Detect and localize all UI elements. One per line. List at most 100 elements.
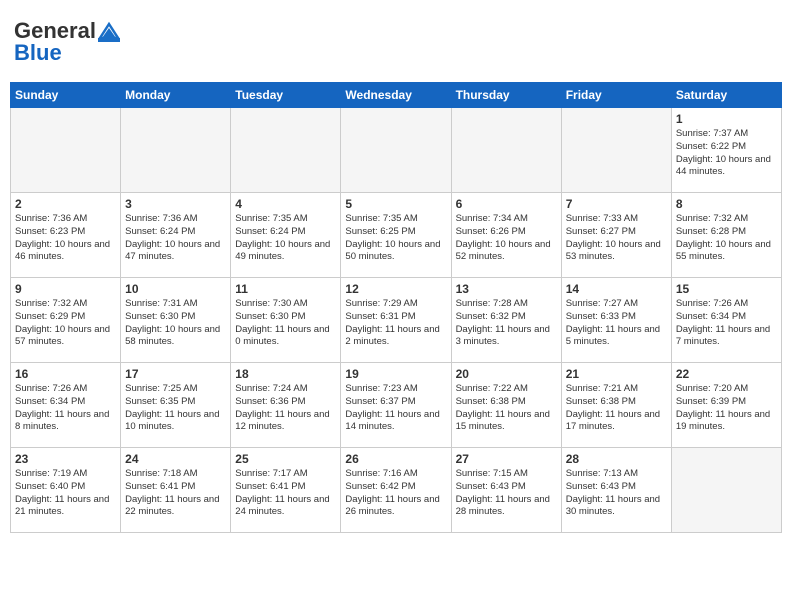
day-number: 2 — [15, 197, 116, 211]
weekday-header: Friday — [561, 83, 671, 108]
day-cell: 19 Sunrise: 7:23 AM Sunset: 6:37 PM Dayli… — [341, 363, 451, 448]
day-info: Sunrise: 7:18 AM Sunset: 6:41 PM Dayligh… — [125, 468, 226, 519]
day-cell — [11, 108, 121, 193]
day-cell — [231, 108, 341, 193]
day-number: 14 — [566, 282, 667, 296]
day-info: Sunrise: 7:28 AM Sunset: 6:32 PM Dayligh… — [456, 298, 557, 349]
day-cell: 26Sunrise: 7:16 AM Sunset: 6:42 PM Dayli… — [341, 448, 451, 533]
day-number: 25 — [235, 452, 336, 466]
day-cell: 18 Sunrise: 7:24 AM Sunset: 6:36 PM Dayli… — [231, 363, 341, 448]
day-info: Sunrise: 7:36 AM Sunset: 6:24 PM Dayligh… — [125, 213, 226, 264]
day-number: 26 — [345, 452, 446, 466]
day-cell: 5 Sunrise: 7:35 AM Sunset: 6:25 PM Daylig… — [341, 193, 451, 278]
weekday-header-row: SundayMondayTuesdayWednesdayThursdayFrid… — [11, 83, 782, 108]
day-info: Sunrise: 7:24 AM Sunset: 6:36 PM Dayligh… — [235, 383, 336, 434]
day-number: 18 — [235, 367, 336, 381]
logo-blue: Blue — [14, 40, 62, 66]
day-cell: 10 Sunrise: 7:31 AM Sunset: 6:30 PM Dayli… — [121, 278, 231, 363]
day-info: Sunrise: 7:15 AM Sunset: 6:43 PM Dayligh… — [456, 468, 557, 519]
day-cell: 28 Sunrise: 7:13 AM Sunset: 6:43 PM Dayli… — [561, 448, 671, 533]
day-cell: 9 Sunrise: 7:32 AM Sunset: 6:29 PM Daylig… — [11, 278, 121, 363]
day-cell: 21 Sunrise: 7:21 AM Sunset: 6:38 PM Dayli… — [561, 363, 671, 448]
day-number: 15 — [676, 282, 777, 296]
day-cell: 4 Sunrise: 7:35 AM Sunset: 6:24 PM Daylig… — [231, 193, 341, 278]
day-info: Sunrise: 7:30 AM Sunset: 6:30 PM Dayligh… — [235, 298, 336, 349]
day-number: 4 — [235, 197, 336, 211]
day-info: Sunrise: 7:19 AM Sunset: 6:40 PM Dayligh… — [15, 468, 116, 519]
day-cell: 25 Sunrise: 7:17 AM Sunset: 6:41 PM Dayli… — [231, 448, 341, 533]
day-number: 11 — [235, 282, 336, 296]
week-row: 1 Sunrise: 7:37 AM Sunset: 6:22 PM Daylig… — [11, 108, 782, 193]
day-number: 21 — [566, 367, 667, 381]
day-number: 27 — [456, 452, 557, 466]
day-info: Sunrise: 7:21 AM Sunset: 6:38 PM Dayligh… — [566, 383, 667, 434]
day-info: Sunrise: 7:32 AM Sunset: 6:29 PM Dayligh… — [15, 298, 116, 349]
day-number: 19 — [345, 367, 446, 381]
week-row: 23 Sunrise: 7:19 AM Sunset: 6:40 PM Dayli… — [11, 448, 782, 533]
day-cell: 2 Sunrise: 7:36 AM Sunset: 6:23 PM Daylig… — [11, 193, 121, 278]
weekday-header: Sunday — [11, 83, 121, 108]
week-row: 16Sunrise: 7:26 AM Sunset: 6:34 PM Dayli… — [11, 363, 782, 448]
day-info: Sunrise: 7:36 AM Sunset: 6:23 PM Dayligh… — [15, 213, 116, 264]
day-info: Sunrise: 7:17 AM Sunset: 6:41 PM Dayligh… — [235, 468, 336, 519]
day-number: 1 — [676, 112, 777, 126]
weekday-header: Monday — [121, 83, 231, 108]
day-cell — [561, 108, 671, 193]
day-info: Sunrise: 7:25 AM Sunset: 6:35 PM Dayligh… — [125, 383, 226, 434]
day-number: 28 — [566, 452, 667, 466]
day-info: Sunrise: 7:34 AM Sunset: 6:26 PM Dayligh… — [456, 213, 557, 264]
day-info: Sunrise: 7:32 AM Sunset: 6:28 PM Dayligh… — [676, 213, 777, 264]
day-info: Sunrise: 7:26 AM Sunset: 6:34 PM Dayligh… — [676, 298, 777, 349]
day-number: 13 — [456, 282, 557, 296]
week-row: 2 Sunrise: 7:36 AM Sunset: 6:23 PM Daylig… — [11, 193, 782, 278]
day-info: Sunrise: 7:35 AM Sunset: 6:24 PM Dayligh… — [235, 213, 336, 264]
weekday-header: Thursday — [451, 83, 561, 108]
day-number: 7 — [566, 197, 667, 211]
day-cell: 12 Sunrise: 7:29 AM Sunset: 6:31 PM Dayli… — [341, 278, 451, 363]
day-number: 5 — [345, 197, 446, 211]
day-info: Sunrise: 7:20 AM Sunset: 6:39 PM Dayligh… — [676, 383, 777, 434]
day-number: 22 — [676, 367, 777, 381]
day-info: Sunrise: 7:13 AM Sunset: 6:43 PM Dayligh… — [566, 468, 667, 519]
weekday-header: Saturday — [671, 83, 781, 108]
weekday-header: Tuesday — [231, 83, 341, 108]
day-cell: 24 Sunrise: 7:18 AM Sunset: 6:41 PM Dayli… — [121, 448, 231, 533]
day-number: 23 — [15, 452, 116, 466]
day-cell: 13 Sunrise: 7:28 AM Sunset: 6:32 PM Dayli… — [451, 278, 561, 363]
logo-icon — [98, 20, 120, 42]
day-info: Sunrise: 7:29 AM Sunset: 6:31 PM Dayligh… — [345, 298, 446, 349]
day-info: Sunrise: 7:26 AM Sunset: 6:34 PM Dayligh… — [15, 383, 116, 434]
day-cell — [341, 108, 451, 193]
day-cell: 22 Sunrise: 7:20 AM Sunset: 6:39 PM Dayli… — [671, 363, 781, 448]
day-number: 20 — [456, 367, 557, 381]
day-cell: 23 Sunrise: 7:19 AM Sunset: 6:40 PM Dayli… — [11, 448, 121, 533]
day-number: 10 — [125, 282, 226, 296]
page-header: General Blue — [10, 10, 782, 74]
day-cell: 3 Sunrise: 7:36 AM Sunset: 6:24 PM Daylig… — [121, 193, 231, 278]
day-number: 9 — [15, 282, 116, 296]
day-info: Sunrise: 7:37 AM Sunset: 6:22 PM Dayligh… — [676, 128, 777, 179]
day-cell: 27 Sunrise: 7:15 AM Sunset: 6:43 PM Dayli… — [451, 448, 561, 533]
day-cell: 8 Sunrise: 7:32 AM Sunset: 6:28 PM Daylig… — [671, 193, 781, 278]
day-number: 24 — [125, 452, 226, 466]
day-cell: 1 Sunrise: 7:37 AM Sunset: 6:22 PM Daylig… — [671, 108, 781, 193]
day-cell: 16Sunrise: 7:26 AM Sunset: 6:34 PM Dayli… — [11, 363, 121, 448]
logo: General Blue — [14, 18, 120, 66]
day-cell: 6 Sunrise: 7:34 AM Sunset: 6:26 PM Daylig… — [451, 193, 561, 278]
calendar: SundayMondayTuesdayWednesdayThursdayFrid… — [10, 82, 782, 533]
day-number: 17 — [125, 367, 226, 381]
day-info: Sunrise: 7:23 AM Sunset: 6:37 PM Dayligh… — [345, 383, 446, 434]
day-cell: 20Sunrise: 7:22 AM Sunset: 6:38 PM Dayli… — [451, 363, 561, 448]
day-number: 6 — [456, 197, 557, 211]
day-cell — [121, 108, 231, 193]
day-number: 3 — [125, 197, 226, 211]
day-cell — [451, 108, 561, 193]
day-number: 12 — [345, 282, 446, 296]
day-number: 8 — [676, 197, 777, 211]
day-info: Sunrise: 7:27 AM Sunset: 6:33 PM Dayligh… — [566, 298, 667, 349]
day-cell: 14 Sunrise: 7:27 AM Sunset: 6:33 PM Dayli… — [561, 278, 671, 363]
day-cell: 15 Sunrise: 7:26 AM Sunset: 6:34 PM Dayli… — [671, 278, 781, 363]
day-info: Sunrise: 7:35 AM Sunset: 6:25 PM Dayligh… — [345, 213, 446, 264]
day-info: Sunrise: 7:31 AM Sunset: 6:30 PM Dayligh… — [125, 298, 226, 349]
day-cell: 17 Sunrise: 7:25 AM Sunset: 6:35 PM Dayli… — [121, 363, 231, 448]
